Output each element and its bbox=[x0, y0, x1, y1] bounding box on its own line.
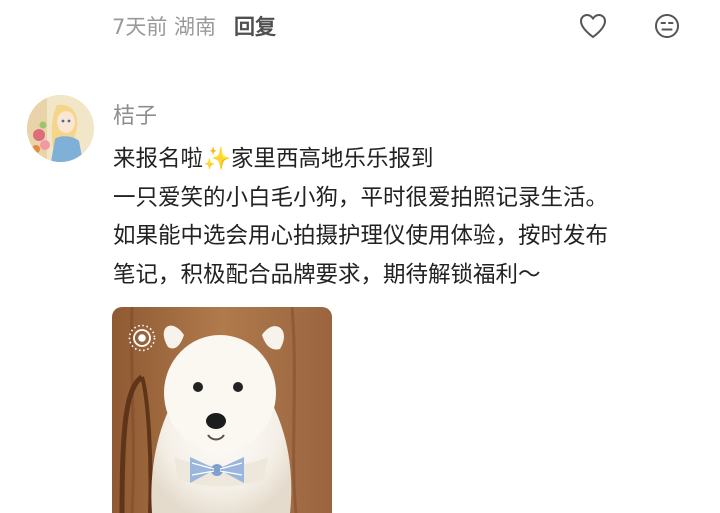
comment-line: 来报名啦✨家里西高地乐乐报到 bbox=[113, 146, 434, 172]
avatar[interactable] bbox=[27, 95, 94, 162]
comment-body: 来报名啦✨家里西高地乐乐报到 一只爱笑的小白毛小狗，平时很爱拍照记录生活。 如果… bbox=[113, 140, 703, 294]
comment-line: 笔记，积极配合品牌要求，期待解锁福利～ bbox=[113, 261, 541, 288]
comment-line: 如果能中选会用心拍摄护理仪使用体验，按时发布 bbox=[113, 223, 609, 249]
like-button[interactable] bbox=[577, 10, 609, 42]
comment-username[interactable]: 桔子 bbox=[113, 98, 157, 130]
emoji-face-icon bbox=[655, 14, 679, 38]
heart-icon bbox=[579, 13, 607, 39]
live-photo-icon bbox=[128, 324, 156, 352]
comment-line: 一只爱笑的小白毛小狗，平时很爱拍照记录生活。 bbox=[113, 184, 609, 211]
reply-button[interactable]: 回复 bbox=[234, 11, 276, 41]
comment-meta: 7天前 湖南 回复 bbox=[112, 10, 276, 42]
live-photo-badge bbox=[127, 323, 157, 353]
avatar-illustration bbox=[27, 95, 94, 162]
emoji-react-button[interactable] bbox=[651, 10, 683, 42]
timestamp-location: 7天前 湖南 bbox=[112, 15, 217, 39]
